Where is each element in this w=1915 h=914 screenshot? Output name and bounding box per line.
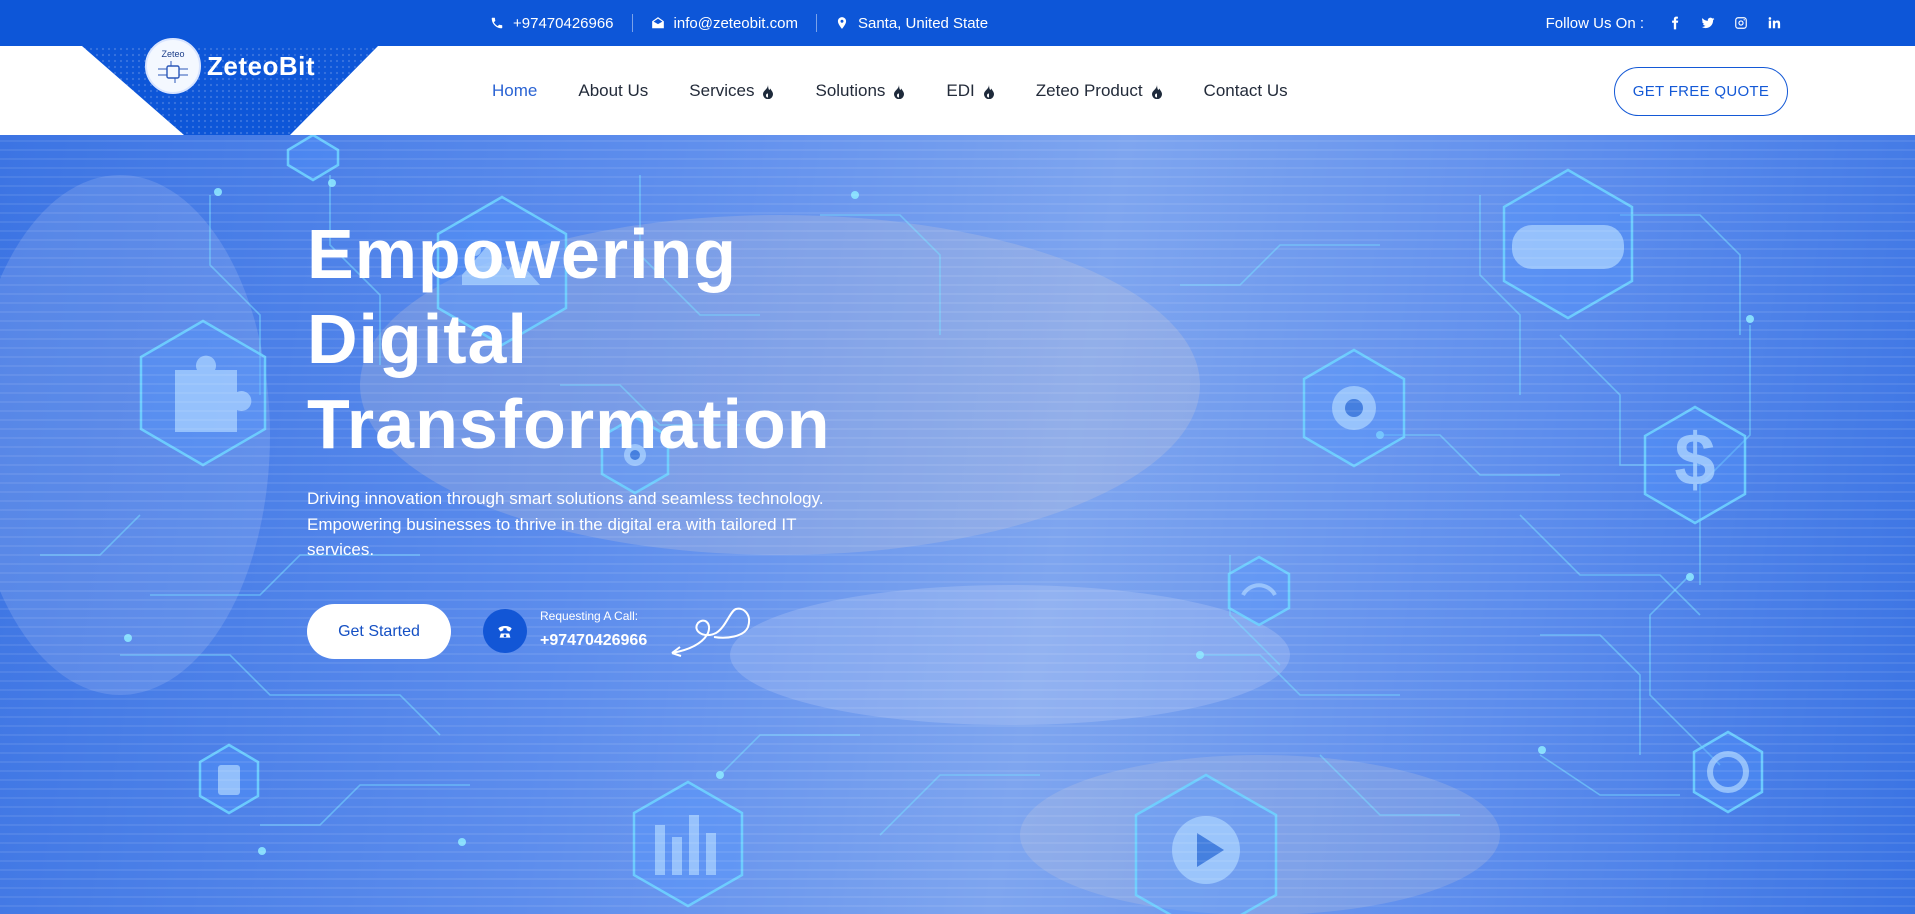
dropdown-icon	[983, 84, 995, 99]
follow-label: Follow Us On :	[1545, 14, 1644, 32]
get-free-quote-button[interactable]: GET FREE QUOTE	[1614, 67, 1788, 116]
nav-label: Solutions	[815, 80, 886, 100]
call-phone-number[interactable]: +97470426966	[540, 632, 647, 650]
hero-title: Empowering Digital Transformation	[307, 212, 947, 467]
nav-item-edi[interactable]: EDI	[946, 81, 994, 101]
primary-menu: Home About Us Services Solutions EDI Zet…	[492, 46, 1329, 135]
brand-logo[interactable]: Zeteo ZeteoBit	[145, 38, 315, 94]
nav-label: Zeteo Product	[1035, 80, 1143, 100]
facebook-icon[interactable]	[1658, 0, 1691, 46]
location-contact: Santa, United State	[835, 15, 988, 32]
phone-text: +97470426966	[513, 14, 614, 32]
nav-item-zeteo-product[interactable]: Zeteo Product	[1036, 81, 1163, 101]
nav-item-home[interactable]: Home	[492, 81, 537, 101]
nav-label: Home	[492, 80, 538, 100]
nav-item-services[interactable]: Services	[689, 81, 774, 101]
nav-item-about-us[interactable]: About Us	[578, 81, 648, 101]
nav-label: EDI	[946, 80, 975, 100]
hero-scanline-overlay	[0, 135, 1915, 914]
linkedin-icon[interactable]	[1757, 0, 1790, 46]
divider	[815, 14, 817, 32]
nav-item-contact-us[interactable]: Contact Us	[1204, 81, 1288, 101]
location-text: Santa, United State	[857, 14, 989, 32]
dropdown-icon	[762, 84, 774, 99]
social-links: Follow Us On :	[1546, 0, 1790, 46]
telephone-icon[interactable]	[483, 609, 527, 653]
email-text: info@zeteobit.com	[673, 14, 798, 32]
dropdown-icon	[893, 84, 905, 99]
hero-subtitle: Driving innovation through smart solutio…	[307, 489, 824, 559]
instagram-icon[interactable]	[1724, 0, 1757, 46]
map-pin-icon	[837, 17, 847, 29]
envelope-icon	[651, 17, 664, 29]
logo-badge-text: Zeteo	[161, 49, 185, 59]
twitter-icon[interactable]	[1691, 0, 1724, 46]
hero-title-line: Empowering	[307, 215, 738, 293]
call-request-label: Requesting A Call:	[540, 609, 639, 623]
phone-icon	[491, 17, 503, 29]
dropdown-icon	[1151, 84, 1163, 99]
contact-info: +97470426966 info@zeteobit.com Santa, Un…	[490, 0, 988, 46]
logo-badge: Zeteo	[145, 38, 201, 94]
hero-title-line: Digital	[307, 300, 528, 378]
swirl-arrow-icon	[671, 607, 750, 657]
nav-label: Services	[689, 80, 755, 100]
brand-name: ZeteoBit	[207, 50, 315, 81]
nav-label: Contact Us	[1203, 80, 1288, 100]
nav-label: About Us	[578, 80, 649, 100]
hero-title-line: Transformation	[307, 385, 831, 463]
phone-contact[interactable]: +97470426966	[490, 15, 614, 32]
hero-section: $	[0, 135, 1915, 914]
get-started-button[interactable]: Get Started	[307, 604, 451, 659]
email-contact[interactable]: info@zeteobit.com	[651, 15, 798, 32]
nav-item-solutions[interactable]: Solutions	[815, 81, 905, 101]
divider	[631, 14, 633, 32]
circuit-chip-icon	[158, 61, 188, 83]
